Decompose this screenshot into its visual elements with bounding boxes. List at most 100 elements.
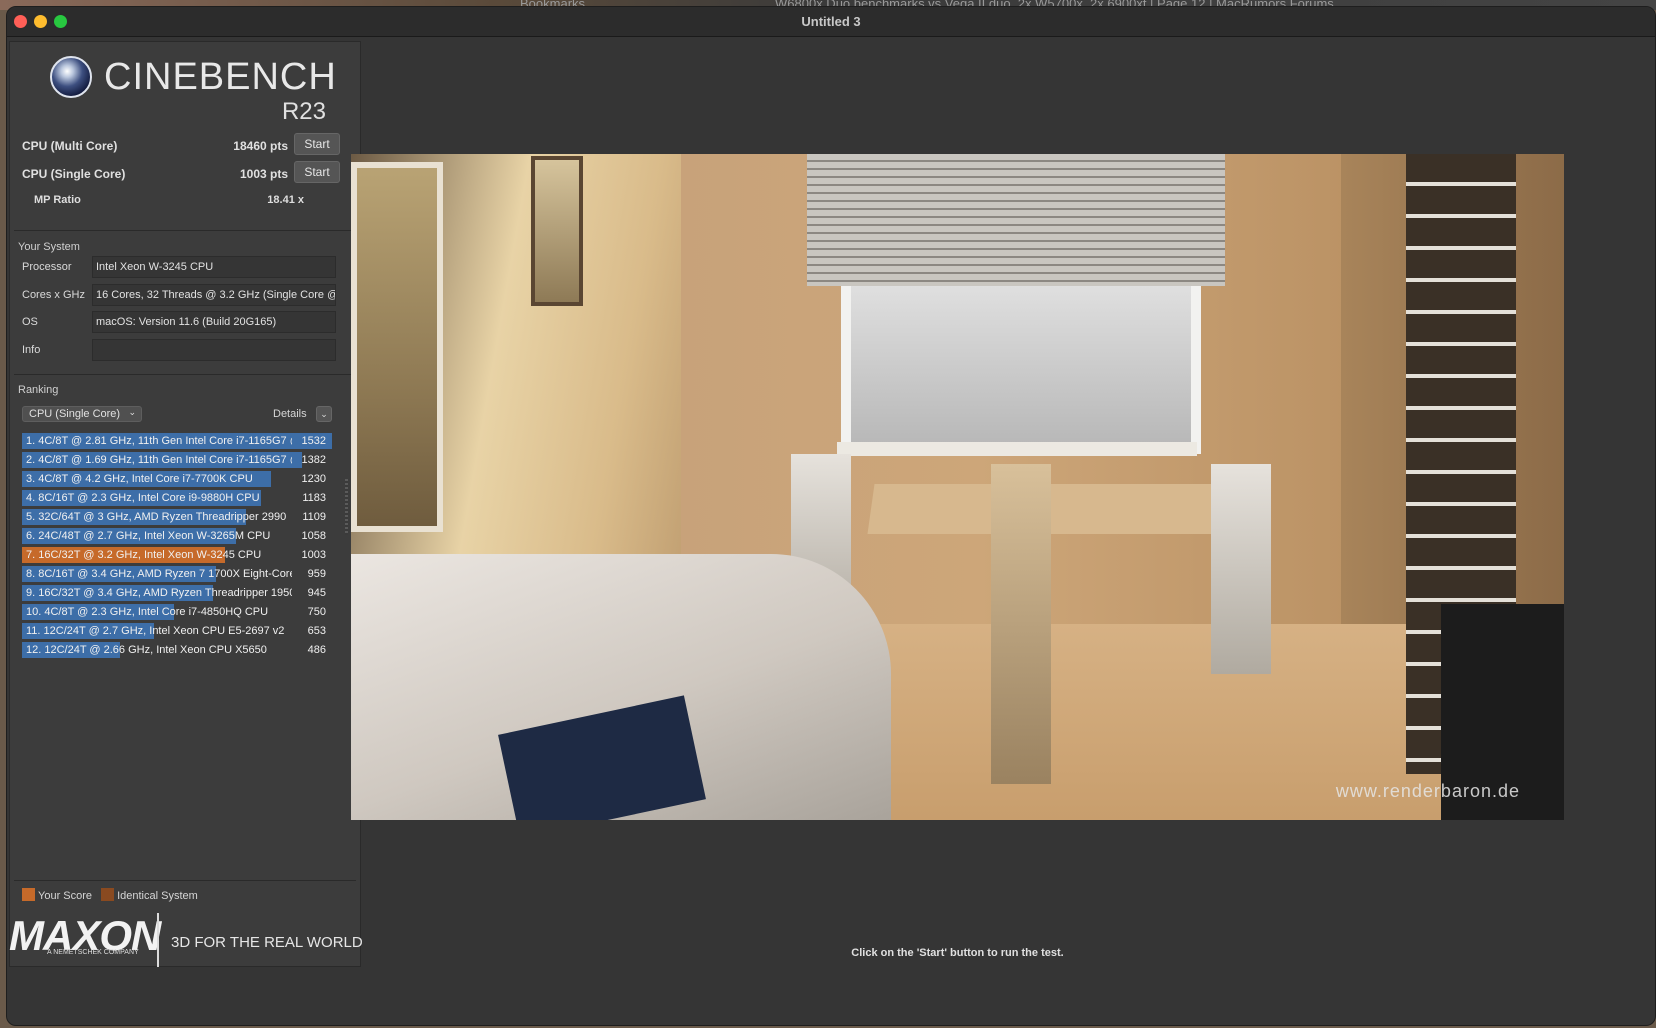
ranking-row-label: 8. 8C/16T @ 3.4 GHz, AMD Ryzen 7 1700X E… [26, 568, 292, 580]
system-label-os: OS [22, 316, 38, 328]
left-panel: CINEBENCH R23 CPU (Multi Core) 18460 pts… [9, 41, 361, 967]
ranking-row-score: 1230 [301, 473, 326, 485]
ranking-row[interactable]: 7. 16C/32T @ 3.2 GHz, Intel Xeon W-3245 … [22, 546, 332, 565]
mp-ratio-row: MP Ratio 18.41 x [34, 194, 304, 206]
maxon-subtitle: A NEMETSCHEK COMPANY [47, 949, 139, 956]
ranking-row[interactable]: 9. 16C/32T @ 3.4 GHz, AMD Ryzen Threadri… [22, 584, 332, 603]
ranking-row-label: 12. 12C/24T @ 2.66 GHz, Intel Xeon CPU X… [26, 644, 267, 656]
score-label-single: CPU (Single Core) [22, 167, 126, 181]
ranking-row-score: 1382 [301, 454, 326, 466]
ranking-row[interactable]: 4. 8C/16T @ 2.3 GHz, Intel Core i9-9880H… [22, 489, 332, 508]
ranking-row-label: 1. 4C/8T @ 2.81 GHz, 11th Gen Intel Core… [26, 435, 292, 447]
ranking-row-score: 750 [307, 606, 326, 618]
ranking-heading: Ranking [18, 384, 59, 396]
maxon-tagline: 3D FOR THE REAL WORLD [171, 934, 363, 951]
ranking-row-score: 653 [307, 625, 326, 637]
your-system-heading: Your System [18, 241, 80, 253]
ranking-row-score: 1058 [301, 530, 326, 542]
logo-version: R23 [281, 98, 326, 125]
ranking-row-score: 1532 [301, 435, 326, 447]
details-toggle-button[interactable]: ⌄ [316, 406, 332, 422]
ranking-row-score: 945 [307, 587, 326, 599]
ranking-row-label: 5. 32C/64T @ 3 GHz, AMD Ryzen Threadripp… [26, 511, 287, 523]
ranking-type-selected: CPU (Single Core) [29, 408, 121, 420]
system-field-cores[interactable]: 16 Cores, 32 Threads @ 3.2 GHz (Single C… [92, 284, 336, 306]
ranking-row[interactable]: 6. 24C/48T @ 2.7 GHz, Intel Xeon W-3265M… [22, 527, 332, 546]
ranking-list: 1. 4C/8T @ 2.81 GHz, 11th Gen Intel Core… [22, 432, 332, 660]
system-label-info: Info [22, 344, 41, 356]
mp-ratio-value: 18.41 x [267, 194, 304, 206]
render-window [841, 264, 1201, 454]
ranking-legend: Your Score Identical System [22, 888, 204, 902]
system-row-info: Info [20, 339, 336, 361]
start-single-button[interactable]: Start [294, 161, 340, 183]
chevron-down-icon: ⌄ [320, 409, 328, 419]
system-row-os: OS macOS: Version 11.6 (Build 20G165) [20, 311, 336, 333]
score-label-multi: CPU (Multi Core) [22, 139, 118, 153]
legend-your-score: Your Score [22, 888, 95, 902]
system-label-cores: Cores x GHz [22, 289, 85, 301]
titlebar: Untitled 3 [7, 7, 1655, 37]
ranking-row[interactable]: 5. 32C/64T @ 3 GHz, AMD Ryzen Threadripp… [22, 508, 332, 527]
ranking-type-dropdown[interactable]: CPU (Single Core) ⌄ [22, 406, 142, 422]
score-value-single: 1003 pts [239, 167, 288, 181]
ranking-row-label: 6. 24C/48T @ 2.7 GHz, Intel Xeon W-3265M… [26, 530, 271, 542]
divider [14, 230, 356, 231]
window-title: Untitled 3 [801, 14, 861, 29]
ranking-row[interactable]: 11. 12C/24T @ 2.7 GHz, Intel Xeon CPU E5… [22, 622, 332, 641]
ranking-row-score: 1183 [302, 492, 326, 504]
ranking-row[interactable]: 1. 4C/8T @ 2.81 GHz, 11th Gen Intel Core… [22, 432, 332, 451]
divider [14, 374, 356, 375]
ranking-row-score: 486 [307, 644, 326, 656]
score-value-multi: 18460 pts [233, 139, 288, 153]
ranking-row-label: 2. 4C/8T @ 1.69 GHz, 11th Gen Intel Core… [26, 454, 292, 466]
legend-swatch-your-score [22, 888, 35, 901]
render-chair-right [1211, 464, 1271, 674]
legend-identical-system: Identical System [101, 888, 198, 902]
render-painting-middle [531, 156, 583, 306]
score-row-single: CPU (Single Core) 1003 pts Start [22, 161, 340, 185]
footer-divider [157, 913, 159, 967]
cinebench-window: Untitled 3 CINEBENCH R23 CPU (Multi Core… [6, 6, 1656, 1026]
logo-word: CINEBENCH [104, 56, 337, 98]
ranking-row[interactable]: 8. 8C/16T @ 3.4 GHz, AMD Ryzen 7 1700X E… [22, 565, 332, 584]
legend-swatch-identical [101, 888, 115, 901]
system-field-info[interactable] [92, 339, 336, 361]
ranking-row[interactable]: 2. 4C/8T @ 1.69 GHz, 11th Gen Intel Core… [22, 451, 332, 470]
divider [14, 880, 356, 881]
status-message: Click on the 'Start' button to run the t… [851, 947, 1064, 959]
ranking-row-label: 4. 8C/16T @ 2.3 GHz, Intel Core i9-9880H… [26, 492, 260, 504]
cinebench-sphere-icon [50, 56, 92, 98]
render-painting-left [351, 162, 443, 532]
system-row-processor: Processor Intel Xeon W-3245 CPU [20, 256, 336, 278]
system-row-cores: Cores x GHz 16 Cores, 32 Threads @ 3.2 G… [20, 284, 336, 306]
ranking-row-label: 9. 16C/32T @ 3.4 GHz, AMD Ryzen Threadri… [26, 587, 292, 599]
ranking-row-score: 959 [307, 568, 326, 580]
ranking-row[interactable]: 10. 4C/8T @ 2.3 GHz, Intel Core i7-4850H… [22, 603, 332, 622]
legend-label-identical: Identical System [117, 890, 198, 902]
details-label: Details [273, 408, 307, 420]
ranking-row-label: 10. 4C/8T @ 2.3 GHz, Intel Core i7-4850H… [26, 606, 269, 618]
render-window-sill [837, 442, 1197, 456]
ranking-row-label: 11. 12C/24T @ 2.7 GHz, Intel Xeon CPU E5… [26, 625, 285, 637]
ranking-row-label: 7. 16C/32T @ 3.2 GHz, Intel Xeon W-3245 … [26, 549, 262, 561]
system-field-os[interactable]: macOS: Version 11.6 (Build 20G165) [92, 311, 336, 333]
start-multi-button[interactable]: Start [294, 133, 340, 155]
ranking-row-score: 1003 [301, 549, 326, 561]
mp-ratio-label: MP Ratio [34, 194, 81, 206]
ranking-row-score: 1109 [302, 511, 326, 523]
chevron-down-icon: ⌄ [128, 407, 136, 417]
panel-resize-handle[interactable] [345, 479, 348, 535]
render-table [867, 484, 1235, 534]
ranking-row[interactable]: 12. 12C/24T @ 2.66 GHz, Intel Xeon CPU X… [22, 641, 332, 660]
render-blinds [807, 154, 1225, 286]
ranking-row[interactable]: 3. 4C/8T @ 4.2 GHz, Intel Core i7-7700K … [22, 470, 332, 489]
legend-label-your-score: Your Score [38, 890, 93, 902]
system-field-processor[interactable]: Intel Xeon W-3245 CPU [92, 256, 336, 278]
cinebench-logo: CINEBENCH R23 [10, 42, 360, 132]
render-chair-front [991, 464, 1051, 784]
score-row-multi: CPU (Multi Core) 18460 pts Start [22, 133, 340, 157]
render-watermark: www.renderbaron.de [1335, 781, 1520, 801]
system-label-processor: Processor [22, 261, 72, 273]
render-viewport: www.renderbaron.de [351, 154, 1564, 820]
